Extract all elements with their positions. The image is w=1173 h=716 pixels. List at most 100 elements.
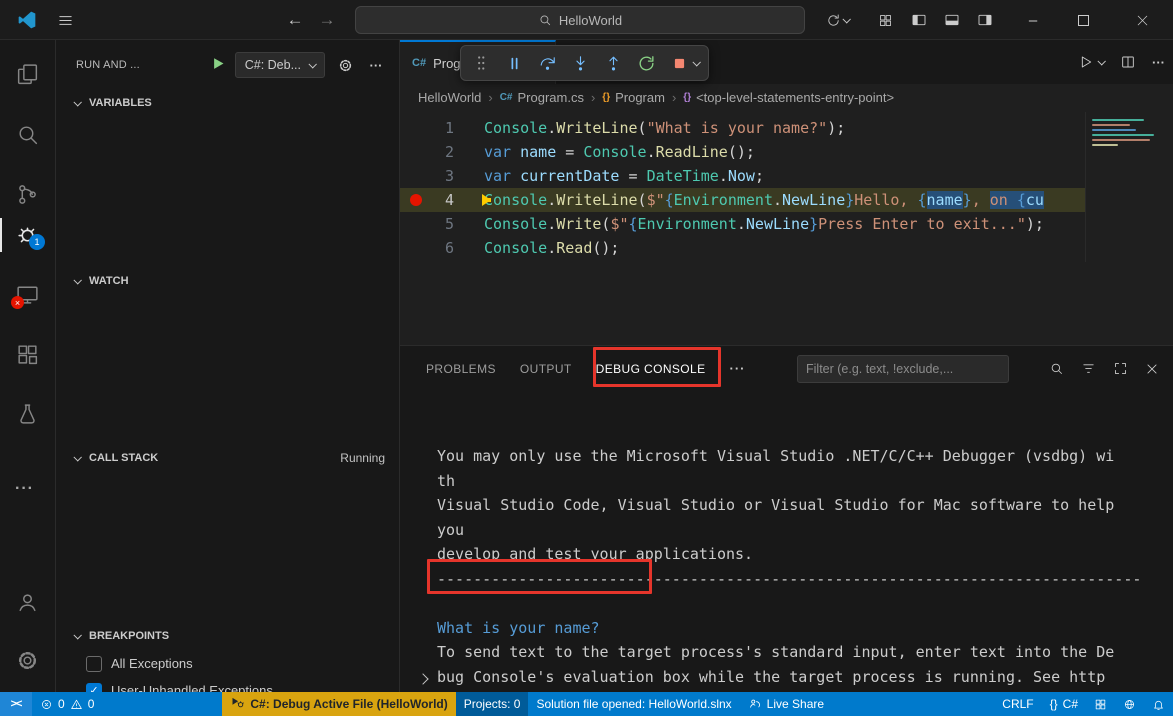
breakpoint-list: All Exceptions✓User-Unhandled Exceptions [56,650,399,692]
restart-icon[interactable] [635,52,657,74]
section-call-stack[interactable]: CALL STACK Running [56,447,399,469]
more-views-icon[interactable]: ··· [15,480,41,506]
pause-icon[interactable] [503,52,525,74]
breadcrumb-item[interactable]: {}Program [602,90,665,105]
status-bar: >< 0 0 C#: Debug Active File (HelloWorld… [0,692,1173,716]
views-more-actions-icon[interactable]: ··· [365,58,387,73]
globe-icon[interactable] [1115,692,1144,716]
title-bar: ← → HelloWorld – [0,0,1173,40]
chevron-down-icon[interactable] [692,58,700,66]
checkbox[interactable]: ✓ [86,683,102,693]
run-and-debug-sidebar: RUN AND ... C#: Deb... ··· VARIABLES WAT… [56,40,400,692]
code-line[interactable]: 5Console.Write($"{Environment.NewLine}Pr… [400,212,1173,236]
code-line[interactable]: 6Console.Read(); [400,236,1173,260]
step-over-icon[interactable] [536,52,558,74]
breadcrumb-item[interactable]: {}<top-level-statements-entry-point> [683,90,894,105]
breadcrumb-separator: › [591,90,595,105]
chevron-down-icon [1097,57,1105,65]
window-maximize-button[interactable] [1060,0,1106,40]
command-center-search[interactable]: HelloWorld [355,6,805,34]
debug-configuration-dropdown[interactable]: C#: Deb... [235,52,325,78]
breakpoint-dot[interactable] [410,194,422,206]
step-out-icon[interactable] [602,52,624,74]
checkbox[interactable] [86,656,102,672]
navigate-forward-button[interactable]: → [314,0,340,40]
debug-badge: 1 [29,234,45,250]
remote-indicator[interactable]: >< [0,692,32,716]
stop-icon[interactable] [668,52,690,74]
code-line[interactable]: 2var name = Console.ReadLine(); [400,140,1173,164]
live-share-status[interactable]: Live Share [740,692,832,716]
code-editor[interactable]: 1Console.WriteLine("What is your name?")… [400,110,1173,345]
search-icon[interactable] [15,122,41,148]
start-debugging-button[interactable] [211,56,226,74]
section-watch[interactable]: WATCH [56,270,399,292]
editor-more-actions-icon[interactable]: ··· [1152,55,1165,70]
panel-tab-debug-console[interactable]: DEBUG CONSOLE [596,362,706,376]
extensions-grid-icon[interactable] [1086,692,1115,716]
window-minimize-button[interactable]: – [1010,0,1056,40]
toggle-secondary-sidebar-icon[interactable] [970,0,1000,40]
breakpoint-item[interactable]: ✓User-Unhandled Exceptions [56,677,399,692]
customize-layout-icon[interactable] [870,0,900,40]
testing-icon[interactable] [15,402,41,428]
activity-bar: 1 × ··· [0,40,56,692]
settings-gear-icon[interactable] [15,648,41,674]
panel-more-tabs-icon[interactable]: ··· [730,361,746,376]
accounts-icon[interactable] [15,590,41,616]
panel-tab-output[interactable]: OUTPUT [520,362,572,376]
split-editor-icon[interactable] [1120,54,1136,70]
run-and-debug-icon[interactable]: 1 [15,222,41,248]
problems-status[interactable]: 0 0 [32,692,102,716]
menu-hamburger-icon[interactable] [50,0,80,40]
code-line[interactable]: 3var currentDate = DateTime.Now; [400,164,1173,188]
navigate-back-button[interactable]: ← [282,0,308,40]
debug-status[interactable]: C#: Debug Active File (HelloWorld) [222,692,455,716]
source-control-icon[interactable] [15,182,41,208]
workspace-name: HelloWorld [559,13,622,28]
step-into-icon[interactable] [569,52,591,74]
console-filter [797,355,1009,383]
minimap[interactable] [1085,112,1173,262]
language-mode[interactable]: {} C# [1042,692,1086,716]
sync-icon[interactable] [818,0,856,40]
breadcrumb-item[interactable]: HelloWorld [418,90,481,105]
bottom-panel: PROBLEMS OUTPUT DEBUG CONSOLE ··· [400,345,1173,692]
debug-settings-gear-icon[interactable] [334,57,356,74]
breadcrumb-item[interactable]: C#Program.cs [500,90,584,105]
maximize-panel-icon[interactable] [1113,361,1128,376]
console-line: ----------------------------------------… [437,567,1173,592]
remote-explorer-icon[interactable]: × [15,282,41,308]
debug-toolbar [460,45,709,81]
run-file-button[interactable] [1078,54,1104,70]
console-line: To send text to the target process's sta… [437,640,1173,665]
panel-tab-problems[interactable]: PROBLEMS [426,362,496,376]
console-line: What is your name? [437,616,1173,641]
editor-tab-bar: C# Program.cs [400,40,1173,84]
window-close-button[interactable] [1114,0,1170,40]
chevron-down-icon [308,60,316,68]
eol-indicator[interactable]: CRLF [994,692,1041,716]
explorer-icon[interactable] [15,62,41,88]
find-icon[interactable] [1049,361,1064,376]
filter-icon[interactable] [1081,361,1096,376]
solution-status[interactable]: Solution file opened: HelloWorld.slnx [528,692,739,716]
toolbar-drag-handle[interactable] [470,52,492,74]
section-variables[interactable]: VARIABLES [56,92,399,114]
csharp-file-icon: C# [412,57,426,69]
projects-status[interactable]: Projects: 0 [456,692,529,716]
filter-input[interactable] [806,362,1000,376]
chevron-down-icon [842,15,850,23]
toggle-panel-icon[interactable] [937,0,967,40]
breakpoint-item[interactable]: All Exceptions [56,650,399,677]
code-line[interactable]: 1Console.WriteLine("What is your name?")… [400,116,1173,140]
notifications-bell-icon[interactable] [1144,692,1173,716]
console-lines: You may only use the Microsoft Visual St… [437,444,1173,692]
close-panel-icon[interactable] [1145,362,1159,376]
section-breakpoints[interactable]: BREAKPOINTS [56,625,399,647]
extensions-icon[interactable] [15,342,41,368]
code-line[interactable]: 4Console.WriteLine($"{Environment.NewLin… [400,188,1173,212]
toggle-sidebar-icon[interactable] [904,0,934,40]
call-stack-status: Running [340,451,385,465]
code-lines: 1Console.WriteLine("What is your name?")… [400,116,1173,260]
